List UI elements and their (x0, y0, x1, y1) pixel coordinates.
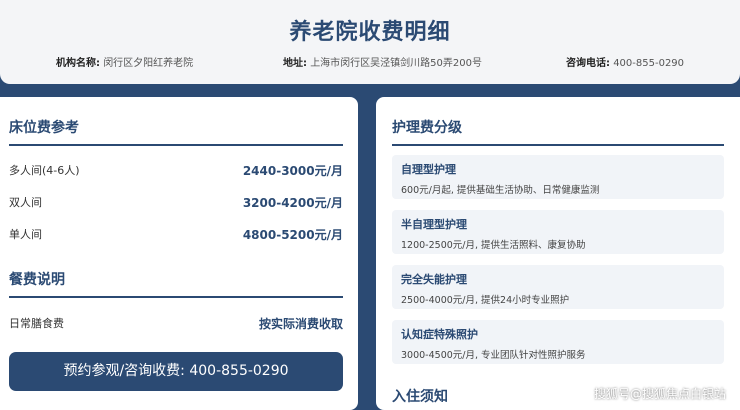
care-level-item: 自理型护理 600元/月起, 提供基础生活协助、日常健康监测 (392, 155, 724, 199)
address-info: 地址: 上海市闵行区吴泾镇剑川路50弄200号 (283, 54, 482, 69)
care-level-name: 自理型护理 (401, 163, 456, 176)
fee-row-label: 日常膳食费 (9, 317, 64, 330)
care-level-desc: 2500-4000元/月, 提供24小时专业照护 (401, 295, 570, 306)
page-title: 养老院收费明细 (289, 20, 451, 45)
phone-value[interactable]: 400-855-0290 (613, 58, 684, 69)
care-fee-title: 护理费分级 (392, 117, 724, 146)
fee-row-label: 多人间(4-6人) (9, 164, 80, 177)
care-level-desc: 1200-2500元/月, 提供生活照料、康复协助 (401, 240, 586, 251)
fee-row-value: 2440-3000元/月 (242, 163, 343, 178)
care-level-name: 认知症特殊照护 (401, 328, 478, 341)
address-value: 上海市闵行区吴泾镇剑川路50弄200号 (310, 58, 482, 69)
fee-row: 多人间(4-6人) 2440-3000元/月 (9, 159, 343, 181)
fee-row: 双人间 3200-4200元/月 (9, 191, 343, 213)
fee-row: 单人间 4800-5200元/月 (9, 223, 343, 245)
fee-card: 床位费参考 多人间(4-6人) 2440-3000元/月 双人间 3200-42… (0, 97, 358, 410)
bed-fee-title: 床位费参考 (9, 117, 343, 146)
care-level-name: 完全失能护理 (401, 273, 467, 286)
care-level-name: 半自理型护理 (401, 218, 467, 231)
org-info: 机构名称: 闵行区夕阳红养老院 (56, 54, 193, 69)
meal-fee-title: 餐费说明 (9, 269, 343, 298)
fee-row-value: 3200-4200元/月 (242, 195, 343, 210)
org-label: 机构名称: (56, 58, 100, 69)
fee-row-value: 4800-5200元/月 (242, 227, 343, 242)
phone-info: 咨询电话: 400-855-0290 (566, 54, 684, 69)
care-card: 护理费分级 自理型护理 600元/月起, 提供基础生活协助、日常健康监测 半自理… (376, 97, 740, 410)
care-level-desc: 600元/月起, 提供基础生活协助、日常健康监测 (401, 185, 600, 196)
fee-row-label: 单人间 (9, 228, 42, 241)
care-level-item: 认知症特殊照护 3000-4500元/月, 专业团队针对性照护服务 (392, 320, 724, 364)
fee-row: 日常膳食费 按实际消费收取 (9, 312, 343, 334)
page-header: 养老院收费明细 机构名称: 闵行区夕阳红养老院 地址: 上海市闵行区吴泾镇剑川路… (0, 0, 740, 84)
fee-row-label: 双人间 (9, 196, 42, 209)
phone-label: 咨询电话: (566, 58, 610, 69)
care-level-item: 完全失能护理 2500-4000元/月, 提供24小时专业照护 (392, 265, 724, 309)
booking-consult-button[interactable]: 预约参观/咨询收费: 400-855-0290 (9, 352, 343, 391)
address-label: 地址: (283, 58, 307, 69)
org-value: 闵行区夕阳红养老院 (103, 58, 194, 69)
fee-row-value: 按实际消费收取 (258, 316, 343, 331)
watermark: 搜狐号@搜狐焦点白银站 (593, 387, 726, 401)
care-level-desc: 3000-4500元/月, 专业团队针对性照护服务 (401, 350, 586, 361)
care-level-item: 半自理型护理 1200-2500元/月, 提供生活照料、康复协助 (392, 210, 724, 254)
